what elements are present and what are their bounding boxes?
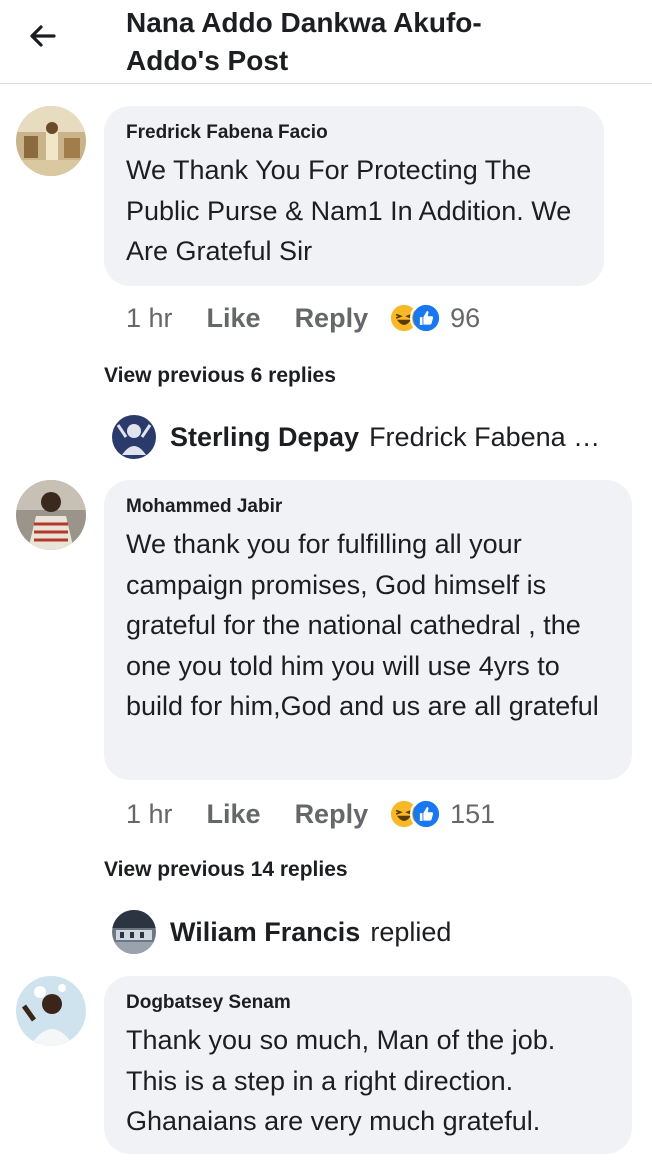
avatar[interactable] — [16, 480, 86, 550]
reply-snippet: Fredrick Fabena Facio — [369, 421, 605, 452]
view-previous-replies-link[interactable]: View previous 6 replies — [104, 364, 336, 388]
reaction-summary[interactable]: 151 — [388, 798, 495, 830]
avatar[interactable] — [112, 910, 156, 954]
avatar[interactable] — [16, 976, 86, 1046]
reply-author[interactable]: Wiliam Francis — [170, 917, 360, 948]
like-button[interactable]: Like — [207, 303, 261, 334]
comment-text: We thank you for fulfilling all your cam… — [126, 529, 599, 721]
comment-text: Thank you so much, Man of the job. This … — [126, 1025, 556, 1136]
comment-bubble: Mohammed Jabir We thank you for fulfilli… — [104, 480, 632, 780]
reply-author[interactable]: Sterling Depay — [170, 422, 359, 453]
back-arrow-icon — [30, 25, 56, 47]
back-button[interactable] — [22, 18, 62, 54]
post-header: Nana Addo Dankwa Akufo-Addo's Post — [0, 0, 652, 84]
like-button[interactable]: Like — [207, 799, 261, 830]
reply-button[interactable]: Reply — [295, 303, 369, 334]
comment-text: We Thank You For Protecting The Public P… — [126, 155, 572, 266]
like-icon — [410, 798, 443, 830]
reaction-summary[interactable]: 96 — [388, 302, 480, 334]
comment-bubble: Dogbatsey Senam Thank you so much, Man o… — [104, 976, 632, 1154]
avatar[interactable] — [16, 106, 86, 176]
comment-bubble: Fredrick Fabena Facio We Thank You For P… — [104, 106, 604, 286]
comment-author[interactable]: Fredrick Fabena Facio — [126, 122, 582, 144]
avatar[interactable] — [112, 415, 156, 459]
like-icon — [410, 302, 443, 334]
comment-actions: 1 hr Like Reply 151 — [126, 794, 495, 834]
comment-actions: 1 hr Like Reply 96 — [126, 298, 480, 338]
comment-author[interactable]: Dogbatsey Senam — [126, 992, 610, 1014]
comment-author[interactable]: Mohammed Jabir — [126, 496, 610, 518]
reply-preview[interactable]: Wiliam Francis replied — [170, 910, 451, 954]
reply-snippet: replied — [370, 916, 452, 947]
reply-button[interactable]: Reply — [295, 799, 369, 830]
reaction-count: 96 — [450, 302, 481, 333]
view-previous-replies-link[interactable]: View previous 14 replies — [104, 858, 348, 882]
comment-timestamp[interactable]: 1 hr — [126, 799, 173, 830]
comment-timestamp[interactable]: 1 hr — [126, 303, 173, 334]
reaction-count: 151 — [450, 798, 496, 829]
page-title: Nana Addo Dankwa Akufo-Addo's Post — [126, 7, 482, 76]
reply-preview[interactable]: Sterling Depay Fredrick Fabena Facio — [170, 415, 604, 459]
